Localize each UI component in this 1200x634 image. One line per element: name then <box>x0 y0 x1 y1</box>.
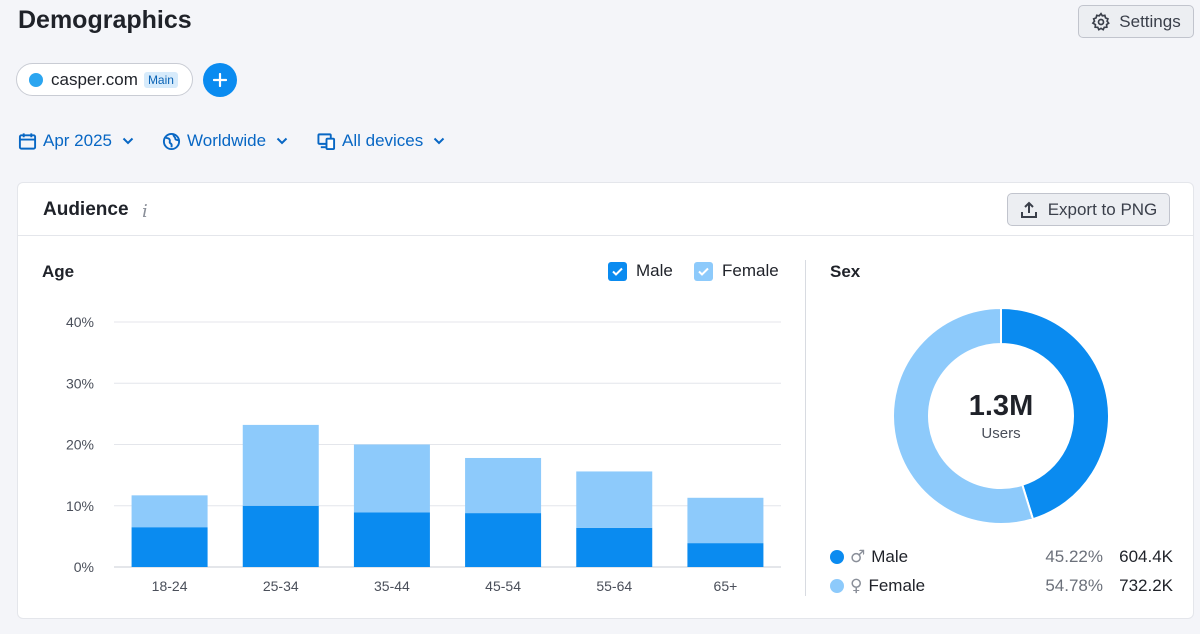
bar-female-55-64 <box>576 471 653 528</box>
bar-male-45-54 <box>465 513 542 567</box>
domain-chip[interactable]: casper.com Main <box>16 63 193 96</box>
devices-filter[interactable]: All devices <box>317 131 445 151</box>
export-label: Export to PNG <box>1047 199 1158 219</box>
audience-card: Audience i Export to PNG Age Male Female… <box>17 182 1194 619</box>
globe-icon <box>162 132 181 150</box>
male-symbol-icon: ♂ <box>850 547 866 567</box>
sex-row-male: ♂ Male 45.22% 604.4K <box>830 545 1173 569</box>
page-title: Demographics <box>18 6 192 34</box>
gear-icon <box>1091 11 1111 31</box>
bar-male-18-24 <box>131 527 208 567</box>
settings-button[interactable]: Settings <box>1078 5 1194 38</box>
male-percent: 45.22% <box>1045 547 1103 566</box>
female-label: Female <box>868 576 926 595</box>
y-tick-label: 20% <box>66 437 94 453</box>
y-tick-label: 40% <box>66 314 94 330</box>
male-value: 604.4K <box>1119 547 1173 566</box>
chevron-down-icon <box>122 137 134 145</box>
bar-female-45-54 <box>465 457 542 514</box>
male-dot <box>830 550 844 564</box>
age-bar-chart: 0% 10% 20% 30% 40% 18-24 25-34 35-44 45-54 55-64 6… <box>66 314 781 594</box>
main-badge: Main <box>143 71 178 88</box>
sex-row-female: ♀ Female 54.78% 732.2K <box>830 574 1173 598</box>
date-filter-label: Apr 2025 <box>43 131 112 150</box>
add-competitor-button[interactable] <box>203 63 237 97</box>
donut-total: 1.3M <box>968 390 1034 422</box>
sex-section-title: Sex <box>830 262 861 281</box>
female-symbol-icon: ♀ <box>850 576 863 596</box>
bar-female-18-24 <box>131 495 208 528</box>
female-dot <box>830 579 844 593</box>
calendar-icon <box>18 132 37 150</box>
domain-color-dot <box>29 72 43 87</box>
devices-filter-label: All devices <box>342 131 424 150</box>
upload-icon <box>1020 201 1037 218</box>
chevron-down-icon <box>276 137 288 145</box>
bar-female-65+ <box>687 497 764 544</box>
bar-male-65+ <box>687 543 764 567</box>
export-png-button[interactable]: Export to PNG <box>1007 193 1170 226</box>
y-tick-label: 30% <box>66 375 94 391</box>
devices-icon <box>317 132 336 150</box>
plus-icon <box>213 73 227 87</box>
sex-donut-chart: 1.3M Users <box>892 306 1110 525</box>
section-divider <box>805 260 806 596</box>
donut-total-label: Users <box>981 425 1021 442</box>
bar-male-25-34 <box>242 505 319 567</box>
region-filter[interactable]: Worldwide <box>162 131 288 151</box>
settings-label: Settings <box>1119 11 1181 31</box>
donut-center: 1.3M Users <box>893 308 1109 524</box>
bar-female-25-34 <box>242 424 319 506</box>
bar-male-55-64 <box>576 527 653 567</box>
bar-male-35-44 <box>353 512 430 567</box>
domain-name: casper.com <box>51 69 138 89</box>
x-tick-label: 45-54 <box>485 578 521 594</box>
x-tick-label: 25-34 <box>263 578 299 594</box>
region-filter-label: Worldwide <box>187 131 267 150</box>
chevron-down-icon <box>434 137 445 145</box>
male-label: Male <box>871 547 909 566</box>
y-tick-label: 0% <box>74 559 94 575</box>
x-tick-label: 18-24 <box>152 578 188 594</box>
x-tick-label: 55-64 <box>596 578 632 594</box>
y-tick-label: 10% <box>66 498 94 514</box>
x-tick-label: 65+ <box>714 578 738 594</box>
bar-female-35-44 <box>353 444 430 513</box>
date-filter[interactable]: Apr 2025 <box>18 131 134 151</box>
x-tick-label: 35-44 <box>374 578 410 594</box>
female-value: 732.2K <box>1119 576 1173 595</box>
female-percent: 54.78% <box>1045 576 1103 595</box>
